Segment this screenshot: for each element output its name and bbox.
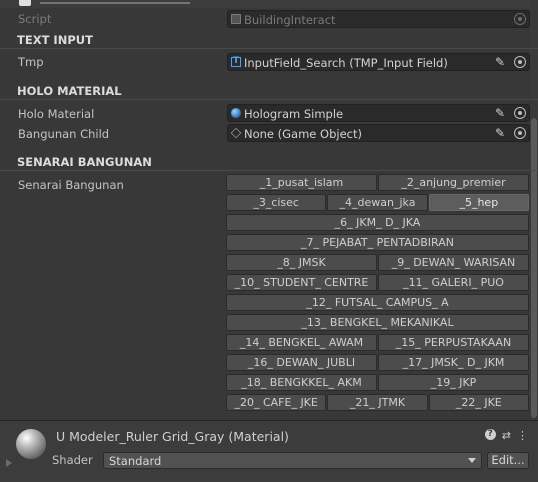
help-icon[interactable]: ? <box>484 429 496 440</box>
section-divider <box>0 99 538 100</box>
pencil-icon[interactable]: ✎ <box>493 55 507 69</box>
building-button[interactable]: _21_ JTMK <box>327 394 428 411</box>
material-title: U Modeler_Ruler Grid_Gray (Material) <box>56 429 289 444</box>
bangunan-child-label: Bangunan Child <box>18 127 110 141</box>
shader-value: Standard <box>109 454 162 468</box>
building-button[interactable]: _8_ JMSK <box>226 254 377 271</box>
script-field: BuildingInteract <box>227 10 530 28</box>
building-button[interactable]: _17_ JMSK_ D_ JKM <box>378 354 529 371</box>
material-panel: U Modeler_Ruler Grid_Gray (Material) ? ⇄… <box>0 420 538 482</box>
shader-label: Shader <box>52 453 93 467</box>
tmp-value: InputField_Search (TMP_Input Field) <box>244 56 448 70</box>
material-header-icons: ? ⇄ ⋮ <box>484 429 528 442</box>
bangunan-child-row: Bangunan Child None (Game Object) ✎ <box>0 124 530 144</box>
building-button[interactable]: _18_ BENGKKEL_ AKM <box>226 374 377 391</box>
building-button[interactable]: _11_ GALERI_ PUO <box>378 274 529 291</box>
section-header-senarai-bangunan: SENARAI BANGUNAN <box>17 155 152 169</box>
shader-dropdown[interactable]: Standard <box>103 452 482 469</box>
section-header-holo-material: HOLO MATERIAL <box>17 84 122 98</box>
building-button[interactable]: _14_ BENGKEL_ AWAM <box>226 334 377 351</box>
bangunan-child-field[interactable]: None (Game Object) ✎ <box>227 124 530 142</box>
material-icon <box>231 108 241 118</box>
building-button[interactable]: _2_anjung_premier <box>378 174 529 191</box>
building-button[interactable]: _22_ JKE <box>428 394 529 411</box>
material-preview-sphere <box>16 429 46 459</box>
tmp-field[interactable]: InputField_Search (TMP_Input Field) ✎ <box>227 53 530 71</box>
bangunan-child-value: None (Game Object) <box>244 127 362 141</box>
object-picker-icon[interactable] <box>514 127 526 139</box>
tmp-label: Tmp <box>18 55 44 69</box>
object-picker-icon[interactable] <box>514 107 526 119</box>
object-picker-icon <box>514 13 526 25</box>
preset-icon[interactable]: ⇄ <box>502 429 511 442</box>
building-button[interactable]: _9_ DEWAN_ WARISAN <box>378 254 529 271</box>
building-button[interactable]: _4_dewan_jka <box>327 194 428 211</box>
component-enable-checkbox[interactable] <box>19 0 31 6</box>
building-button[interactable]: _16_ DEWAN_ JUBLI <box>226 354 377 371</box>
scrollbar-thumb[interactable] <box>531 118 537 418</box>
tmp-row: Tmp InputField_Search (TMP_Input Field) … <box>0 52 530 72</box>
object-picker-icon[interactable] <box>514 56 526 68</box>
building-button[interactable]: _1_pusat_islam <box>226 174 377 191</box>
pencil-icon[interactable]: ✎ <box>493 106 507 120</box>
building-button[interactable]: _20_ CAFE_ JKE <box>226 394 327 411</box>
chevron-down-icon <box>468 458 476 463</box>
building-button[interactable]: _15_ PERPUSTAKAAN <box>378 334 529 351</box>
gameobject-icon <box>230 127 242 139</box>
pencil-icon[interactable]: ✎ <box>493 126 507 140</box>
building-button[interactable]: _12_ FUTSAL_ CAMPUS_ A <box>226 294 529 311</box>
building-button[interactable]: _6_ JKM_ D_ JKA <box>226 214 529 231</box>
section-divider <box>0 48 538 49</box>
building-button[interactable]: _3_cisec <box>226 194 327 211</box>
text-input-icon <box>231 56 241 67</box>
script-label: Script <box>18 12 52 26</box>
building-button[interactable]: _10_ STUDENT_ CENTRE <box>226 274 377 291</box>
component-header-strip <box>0 0 538 8</box>
script-icon <box>231 14 241 24</box>
component-title-fragment <box>40 0 190 4</box>
more-options-icon[interactable]: ⋮ <box>517 429 528 442</box>
holo-material-value: Hologram Simple <box>244 107 344 121</box>
edit-shader-button[interactable]: Edit... <box>487 452 529 469</box>
section-header-text-input: TEXT INPUT <box>17 33 93 47</box>
section-divider <box>0 170 538 171</box>
holo-material-label: Holo Material <box>18 107 95 121</box>
building-button[interactable]: _5_hep <box>428 194 529 211</box>
building-button[interactable]: _13_ BENGKEL_ MEKANIKAL <box>226 314 529 331</box>
senarai-bangunan-label: Senarai Bangunan <box>18 178 124 192</box>
expand-arrow-icon[interactable] <box>6 459 12 467</box>
inspector-scrollbar[interactable] <box>530 0 538 420</box>
script-value: BuildingInteract <box>244 13 336 27</box>
building-button[interactable]: _19_ JKP <box>378 374 529 391</box>
holo-material-row: Holo Material Hologram Simple ✎ <box>0 104 530 124</box>
holo-material-field[interactable]: Hologram Simple ✎ <box>227 104 530 122</box>
script-row: Script BuildingInteract <box>0 9 530 29</box>
building-button[interactable]: _7_ PEJABAT_ PENTADBIRAN <box>226 234 529 251</box>
